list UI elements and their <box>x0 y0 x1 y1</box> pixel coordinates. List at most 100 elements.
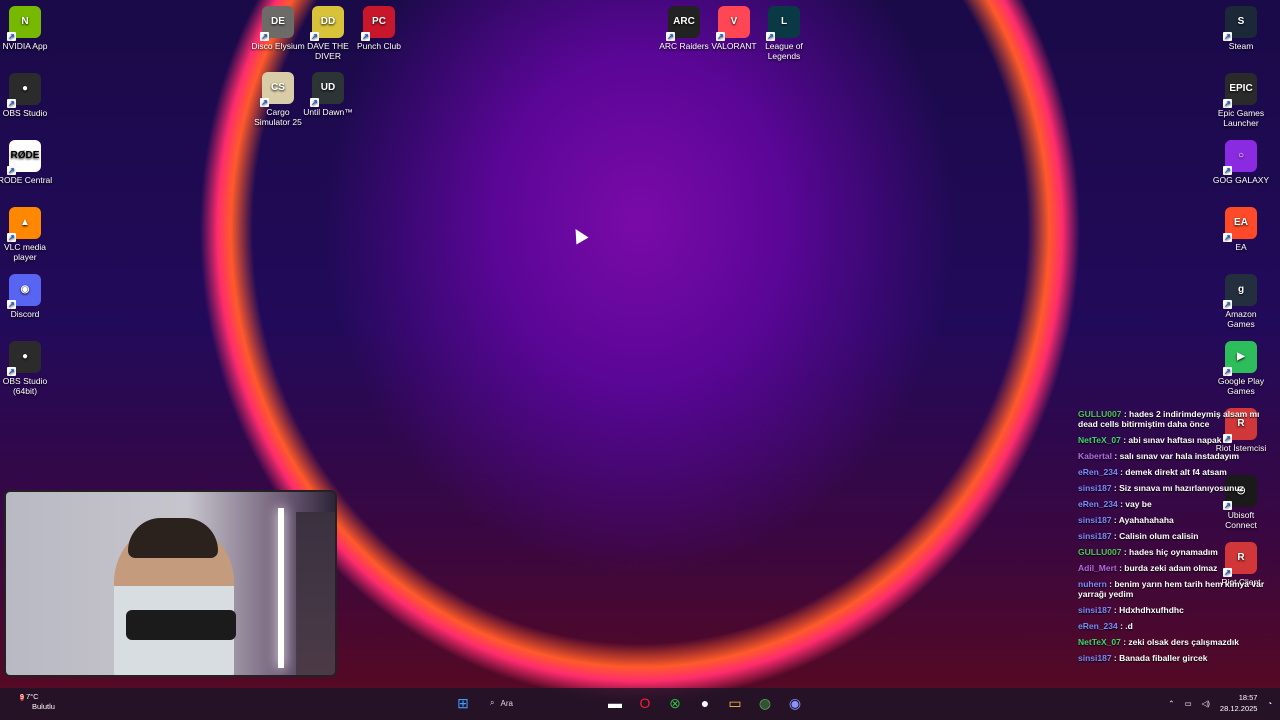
desktop-shortcut[interactable]: EPICEpic Games Launcher <box>1212 69 1270 128</box>
chrome-icon[interactable]: ◍ <box>754 692 776 714</box>
weather-widget[interactable]: 9 7°C Bulutlu <box>20 692 55 712</box>
file-explorer-icon[interactable]: ▭ <box>724 692 746 714</box>
chat-message: NetTeX_07 : abi sınav haftası napak <box>1074 432 1280 448</box>
chat-text: : vay be <box>1117 499 1152 509</box>
microphone <box>126 610 236 640</box>
shortcut-label: Epic Games Launcher <box>1217 108 1265 128</box>
desktop-shortcut[interactable]: DDDAVE THE DIVER <box>299 2 357 61</box>
obs-icon: ● <box>7 73 41 108</box>
rode-icon: RØDE <box>7 140 41 175</box>
chat-text: : demek direkt alt f4 atsam <box>1117 467 1227 477</box>
shortcut-label: Punch Club <box>357 41 401 51</box>
chat-text: : Siz sınava mı hazırlanıyosunuz <box>1111 483 1244 493</box>
chat-message: sinsi187 : Calisin olum calisin <box>1074 528 1280 544</box>
chat-username: eRen_234 <box>1078 621 1118 631</box>
desktop-shortcut[interactable]: PCPunch Club <box>350 2 408 51</box>
xbox-icon[interactable]: ⊗ <box>664 692 686 714</box>
chat-text: : Ayahahahaha <box>1111 515 1174 525</box>
chat-username: Adil_Mert <box>1078 563 1117 573</box>
chat-text: : hades hiç oynamadım <box>1121 547 1218 557</box>
arc-raiders-icon: ARC <box>666 6 700 41</box>
weather-desc: Bulutlu <box>32 702 55 711</box>
shortcut-label: DAVE THE DIVER <box>307 41 349 61</box>
shortcut-label: RODE Central <box>0 175 53 185</box>
cargo-simulator-icon: CS <box>260 72 294 107</box>
chevron-up-icon[interactable]: ⌃ <box>1168 699 1174 708</box>
shortcut-label: Until Dawn™ <box>303 107 353 117</box>
epic-icon: EPIC <box>1223 73 1257 108</box>
bell-icon[interactable]: ◔ <box>1267 699 1272 708</box>
desktop-shortcut[interactable]: NNVIDIA App <box>0 2 54 51</box>
chat-username: sinsi187 <box>1078 653 1112 663</box>
notification-badge: 9 <box>20 694 24 701</box>
search-placeholder: Ara <box>500 698 513 708</box>
shelf <box>296 512 335 675</box>
gog-icon: ○ <box>1223 140 1257 175</box>
start-button[interactable]: ⊞ <box>452 692 474 714</box>
search-icon: ⌕ <box>490 698 495 707</box>
vlc-icon: ▲ <box>7 207 41 242</box>
shortcut-label: Google Play Games <box>1217 376 1265 396</box>
valorant-icon: V <box>716 6 750 41</box>
shortcut-label: EA <box>1235 242 1247 252</box>
obs-icon: ● <box>7 341 41 376</box>
chat-text: : Calisin olum calisin <box>1111 531 1199 541</box>
opera-icon[interactable]: O <box>634 692 656 714</box>
chat-text: : burda zeki adam olmaz <box>1116 563 1218 573</box>
desktop-shortcut[interactable]: SSteam <box>1212 2 1270 51</box>
chat-message: GULLU007 : hades 2 indirimdeymiş alsam m… <box>1074 406 1280 432</box>
network-icon[interactable]: ▭ <box>1185 699 1192 708</box>
chat-message: Kabertal : salı sınav var hala instadayı… <box>1074 448 1280 464</box>
steam-icon: S <box>1223 6 1257 41</box>
chat-message: sinsi187 : Banada fiballer gircek <box>1074 650 1280 666</box>
clock-date: 28.12.2025 <box>1219 704 1258 713</box>
google-play-games-icon: ▶ <box>1223 341 1257 376</box>
chat-message: sinsi187 : Hdxhdhxufhdhc <box>1074 602 1280 618</box>
chat-username: sinsi187 <box>1078 605 1112 615</box>
taskbar-center: ⊞ ⌕ Ara ▬ O ⊗ ● ▭ ◍ ◉ <box>452 692 806 714</box>
chat-username: NetTeX_07 <box>1078 637 1121 647</box>
obs-icon[interactable]: ● <box>694 692 716 714</box>
chat-username: sinsi187 <box>1078 515 1112 525</box>
chat-message: eRen_234 : .d <box>1074 618 1280 634</box>
streamer-hair <box>128 518 218 558</box>
desktop-shortcut[interactable]: RØDERODE Central <box>0 136 54 185</box>
task-view-icon[interactable]: ▬ <box>604 692 626 714</box>
volume-icon[interactable]: ◁) <box>1202 699 1210 708</box>
discord-icon: ◉ <box>7 274 41 309</box>
chat-message: Adil_Mert : burda zeki adam olmaz <box>1074 560 1280 576</box>
desktop-shortcut[interactable]: gAmazon Games <box>1212 270 1270 329</box>
until-dawn-icon: UD <box>310 72 344 107</box>
desktop-shortcut[interactable]: ▲VLC media player <box>0 203 54 262</box>
desktop: NNVIDIA App●OBS StudioRØDERODE Central▲V… <box>0 0 1280 688</box>
chat-message: eRen_234 : demek direkt alt f4 atsam <box>1074 464 1280 480</box>
chat-username: NetTeX_07 <box>1078 435 1121 445</box>
desktop-shortcut[interactable]: ▶Google Play Games <box>1212 337 1270 396</box>
chat-username: Kabertal <box>1078 451 1113 461</box>
chat-text: : Banada fiballer gircek <box>1111 653 1208 663</box>
desktop-shortcut[interactable]: ●OBS Studio (64bit) <box>0 337 54 396</box>
chat-text: : abi sınav haftası napak <box>1120 435 1222 445</box>
amazon-games-icon: g <box>1223 274 1257 309</box>
desktop-shortcut[interactable]: ●OBS Studio <box>0 69 54 118</box>
chat-username: eRen_234 <box>1078 467 1118 477</box>
shortcut-label: OBS Studio (64bit) <box>2 376 48 396</box>
chat-username: GULLU007 <box>1078 409 1122 419</box>
nvidia-icon: N <box>7 6 41 41</box>
shortcut-label: OBS Studio <box>2 108 48 118</box>
chat-text: : salı sınav var hala instadayım <box>1112 451 1240 461</box>
desktop-shortcut[interactable]: ○GOG GALAXY <box>1212 136 1270 185</box>
clock-time: 18:57 <box>1238 693 1258 702</box>
shortcut-label: VLC media player <box>3 242 47 262</box>
desktop-shortcut[interactable]: EAEA <box>1212 203 1270 252</box>
desktop-shortcut[interactable]: UDUntil Dawn™ <box>299 68 357 117</box>
discord-icon[interactable]: ◉ <box>784 692 806 714</box>
desktop-shortcut[interactable]: LLeague of Legends <box>755 2 813 61</box>
search-box[interactable]: ⌕ Ara <box>482 692 596 714</box>
chat-username: sinsi187 <box>1078 531 1112 541</box>
taskbar: 9 7°C Bulutlu ⊞ ⌕ Ara ▬ O ⊗ ● ▭ ◍ ◉ ⌃ ▭ … <box>0 688 1280 720</box>
clock[interactable]: 18:57 28.12.2025 <box>1220 692 1258 714</box>
desktop-shortcut[interactable]: ◉Discord <box>0 270 54 319</box>
chat-message: sinsi187 : Ayahahahaha <box>1074 512 1280 528</box>
shortcut-label: GOG GALAXY <box>1212 175 1270 185</box>
